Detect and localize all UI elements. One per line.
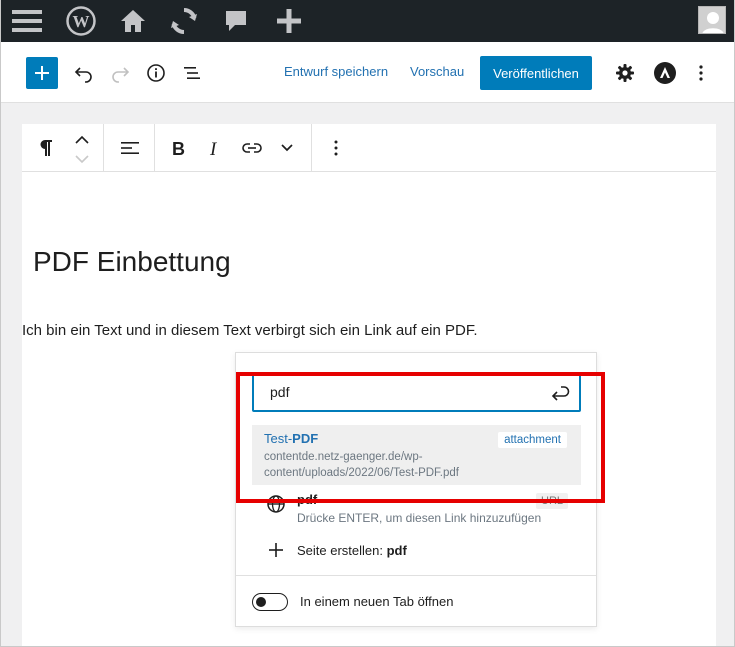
submit-link-button[interactable] — [549, 382, 571, 404]
vertical-dots-icon — [699, 65, 703, 81]
undo-button[interactable] — [69, 58, 99, 88]
redo-button[interactable] — [105, 58, 135, 88]
link-icon — [242, 142, 262, 153]
bold-icon: B — [172, 140, 185, 156]
suggestion-item-attachment[interactable]: Test-PDF contentde.netz-gaenger.de/wp-co… — [252, 425, 581, 485]
home-icon[interactable] — [115, 0, 151, 42]
move-up-icon — [75, 135, 89, 144]
redo-icon — [112, 67, 130, 83]
globe-icon — [266, 494, 286, 514]
plus-icon — [266, 540, 286, 560]
vertical-dots-icon — [334, 140, 338, 155]
suggestion-type-badge: attachment — [498, 432, 567, 448]
editor-header: Entwurf speichern Vorschau Veröffentlich… — [1, 42, 734, 103]
svg-text:B: B — [172, 140, 185, 156]
publish-button[interactable]: Veröffentlichen — [480, 56, 592, 90]
admin-bar: W — [1, 0, 734, 42]
toolbar-divider — [103, 124, 104, 171]
link-popover: Test-PDF contentde.netz-gaenger.de/wp-co… — [235, 352, 597, 627]
gear-icon — [616, 64, 634, 82]
italic-icon: I — [209, 140, 218, 156]
menu-icon[interactable] — [9, 0, 45, 42]
post-heading[interactable]: PDF Einbettung — [33, 246, 231, 278]
url-input-wrapper — [252, 372, 581, 412]
popover-divider — [236, 575, 596, 576]
bold-button[interactable]: B — [162, 124, 196, 171]
block-toolbar: B I — [22, 124, 716, 172]
enter-icon — [551, 386, 570, 401]
save-draft-button[interactable]: Entwurf speichern — [284, 64, 388, 79]
preview-button[interactable]: Vorschau — [410, 64, 464, 79]
add-block-button[interactable] — [26, 57, 58, 89]
options-button[interactable] — [686, 58, 716, 88]
suggestion-url-badge: URL — [536, 493, 569, 509]
paragraph-icon — [40, 139, 52, 156]
suggestion-title: Test-PDF — [264, 431, 319, 446]
list-view-button[interactable] — [177, 58, 207, 88]
details-button[interactable] — [141, 58, 171, 88]
suggestion-url-title[interactable]: pdf — [297, 492, 317, 507]
chevron-down-icon — [281, 143, 293, 151]
svg-text:W: W — [73, 12, 90, 31]
toolbar-divider — [154, 124, 155, 171]
new-tab-toggle[interactable] — [252, 593, 288, 611]
create-page-button[interactable]: Seite erstellen: pdf — [297, 543, 407, 558]
list-view-icon — [184, 67, 200, 79]
app-window: W Entwurf speichern Vorschau Veröffentli… — [0, 0, 735, 647]
astra-logo-icon — [654, 62, 676, 84]
info-icon — [147, 64, 165, 82]
url-input[interactable] — [270, 382, 530, 402]
paragraph-block[interactable]: Ich bin ein Text und in diesem Text verb… — [22, 322, 478, 339]
block-options-button[interactable] — [322, 124, 350, 171]
block-type-button[interactable] — [28, 124, 64, 171]
updates-icon[interactable] — [165, 0, 203, 42]
suggestion-url: contentde.netz-gaenger.de/wp-content/upl… — [264, 451, 459, 479]
plus-icon — [35, 66, 49, 80]
comments-icon[interactable] — [219, 0, 253, 42]
move-down-icon — [75, 155, 89, 164]
suggestion-url-hint: Drücke ENTER, um diesen Link hinzuzufüge… — [297, 511, 542, 525]
svg-text:I: I — [209, 140, 218, 156]
italic-button[interactable]: I — [198, 124, 232, 171]
toggle-knob — [256, 597, 266, 607]
toolbar-divider — [311, 124, 312, 171]
user-avatar[interactable] — [698, 6, 726, 34]
align-button[interactable] — [112, 124, 148, 171]
new-tab-label: In einem neuen Tab öffnen — [300, 594, 454, 609]
wordpress-logo-icon[interactable]: W — [63, 0, 99, 42]
link-button[interactable] — [234, 124, 270, 171]
astra-settings-button[interactable] — [650, 58, 680, 88]
new-content-icon[interactable] — [271, 0, 307, 42]
more-formatting-button[interactable] — [272, 124, 302, 171]
align-icon — [121, 141, 139, 154]
undo-icon — [74, 67, 92, 83]
move-down-button[interactable] — [70, 148, 94, 170]
settings-button[interactable] — [610, 58, 640, 88]
